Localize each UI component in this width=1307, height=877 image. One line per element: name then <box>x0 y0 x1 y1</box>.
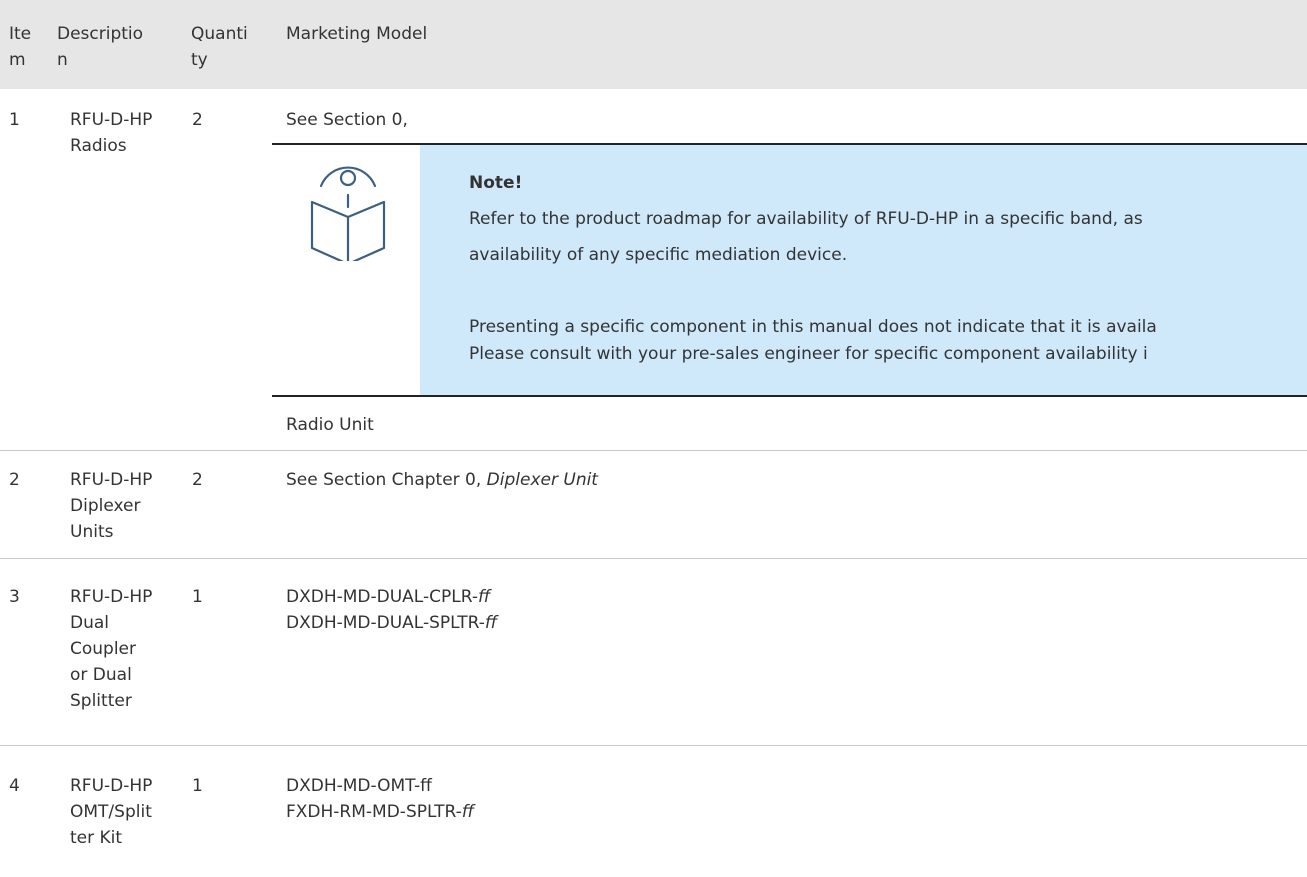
model-italic-text: ff <box>477 587 491 607</box>
row4-quantity: 1 <box>192 776 203 796</box>
description-line: Radios <box>70 136 127 156</box>
row1-model-after: Radio Unit <box>286 415 374 435</box>
row4-models: DXDH-MD-OMT-ff FXDH-RM-MD-SPLTR-ff <box>286 773 474 825</box>
row3-models: DXDH-MD-DUAL-CPLR-ff DXDH-MD-DUAL-SPLTR-… <box>286 584 497 636</box>
description-line: RFU-D-HP <box>70 776 153 796</box>
description-line: ter Kit <box>70 828 123 848</box>
row3-quantity: 1 <box>192 587 203 607</box>
note-text-line: Presenting a specific component in this … <box>469 317 1157 337</box>
description-line: Splitter <box>70 691 132 711</box>
header-description: Descriptio n <box>57 21 143 73</box>
note-text-line: Please consult with your pre-sales engin… <box>469 344 1148 364</box>
note-text-line: availability of any specific mediation d… <box>469 245 848 265</box>
model-text: See Section Chapter 0, <box>286 470 487 490</box>
row1-item: 1 <box>9 110 20 130</box>
header-marketing-model: Marketing Model <box>286 24 428 44</box>
model-line: DXDH-MD-DUAL-CPLR-ff <box>286 584 497 610</box>
model-line: DXDH-MD-DUAL-SPLTR-ff <box>286 610 497 636</box>
model-line: FXDH-RM-MD-SPLTR-ff <box>286 799 474 825</box>
row2-quantity: 2 <box>192 470 203 490</box>
row-divider <box>0 745 1307 746</box>
header-description-line: n <box>57 50 68 70</box>
description-line: Dual <box>70 613 110 633</box>
row2-model: See Section Chapter 0, Diplexer Unit <box>286 467 598 493</box>
row2-description: RFU-D-HP Diplexer Units <box>70 467 152 545</box>
description-line: RFU-D-HP <box>70 470 153 490</box>
description-line: RFU-D-HP <box>70 110 153 130</box>
row1-model: See Section 0, <box>286 110 408 130</box>
row3-description: RFU-D-HP Dual Coupler or Dual Splitter <box>70 584 152 714</box>
header-item-line: m <box>9 50 26 70</box>
note-callout: Note! Refer to the product roadmap for a… <box>272 143 1307 397</box>
description-line: Diplexer <box>70 496 141 516</box>
header-quantity-line: Quanti <box>191 24 248 44</box>
note-title: Note! <box>469 173 523 193</box>
row-divider <box>0 450 1307 451</box>
model-line: DXDH-MD-OMT-ff <box>286 773 474 799</box>
model-italic-text: Diplexer Unit <box>486 470 598 490</box>
header-description-line: Descriptio <box>57 24 144 44</box>
model-text: DXDH-MD-OMT-ff <box>286 776 432 796</box>
description-line: Units <box>70 522 114 542</box>
row3-item: 3 <box>9 587 20 607</box>
description-line: or Dual <box>70 665 132 685</box>
row4-item: 4 <box>9 776 20 796</box>
description-line: Coupler <box>70 639 137 659</box>
header-quantity: Quanti ty <box>191 21 248 73</box>
row-divider <box>0 558 1307 559</box>
model-text: FXDH-RM-MD-SPLTR- <box>286 802 462 822</box>
note-text-line: Refer to the product roadmap for availab… <box>469 209 1143 229</box>
reader-book-icon <box>288 145 404 266</box>
model-italic-text: ff <box>461 802 475 822</box>
model-text: DXDH-MD-DUAL-SPLTR- <box>286 613 485 633</box>
description-line: RFU-D-HP <box>70 587 153 607</box>
row1-quantity: 2 <box>192 110 203 130</box>
row2-item: 2 <box>9 470 20 490</box>
row1-description: RFU-D-HP Radios <box>70 107 152 159</box>
header-quantity-line: ty <box>191 50 208 70</box>
model-text: DXDH-MD-DUAL-CPLR- <box>286 587 478 607</box>
header-item: Ite m <box>9 21 31 73</box>
model-italic-text: ff <box>484 613 498 633</box>
description-line: OMT/Split <box>70 802 152 822</box>
header-item-line: Ite <box>9 24 32 44</box>
row4-description: RFU-D-HP OMT/Split ter Kit <box>70 773 152 851</box>
